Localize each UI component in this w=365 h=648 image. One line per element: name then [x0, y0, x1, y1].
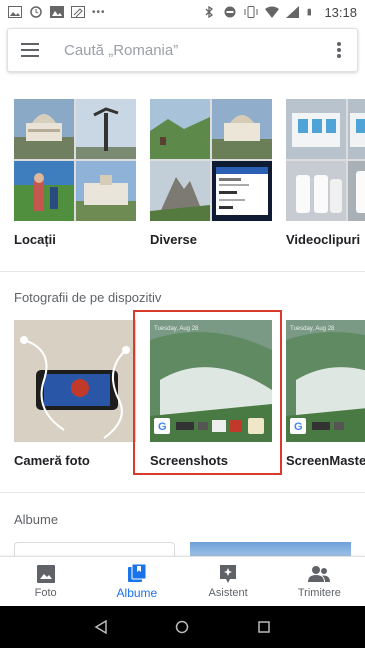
palace-photo	[76, 161, 136, 221]
router-box-2-photo	[348, 99, 365, 159]
album-thumbnail[interactable]	[190, 542, 351, 556]
things-album-label: Diverse	[150, 232, 197, 247]
videos-collage	[286, 99, 365, 221]
router-box-photo	[286, 99, 346, 159]
phone-earphones-photo	[14, 320, 136, 442]
alarm-clock-icon	[30, 6, 42, 18]
people-park-photo	[14, 161, 74, 221]
nav-albums-label: Albume	[116, 586, 158, 600]
nav-albums[interactable]: Albume	[91, 557, 182, 606]
nav-sharing[interactable]: Trimitere	[274, 557, 365, 606]
more-notifications-icon: •••	[92, 6, 106, 18]
dnd-icon	[224, 6, 236, 18]
signal-icon	[286, 6, 300, 18]
hamburger-menu-icon[interactable]	[8, 28, 52, 72]
more-options-icon[interactable]	[321, 28, 357, 72]
camera-folder-thumbnail	[14, 320, 136, 442]
search-bar[interactable]: Caută „Romania”	[7, 28, 358, 72]
edit-icon	[71, 6, 85, 18]
camera-folder-label: Cameră foto	[14, 453, 90, 468]
nav-photos-label: Foto	[34, 587, 57, 599]
device-section-title: Fotografii de pe dispozitiv	[14, 290, 162, 305]
screenshots-highlight-box	[133, 310, 282, 475]
search-input[interactable]: Caută „Romania”	[52, 42, 321, 59]
battery-icon	[308, 8, 312, 16]
sharing-icon	[308, 566, 331, 582]
nav-photos[interactable]: Foto	[0, 557, 91, 606]
photo-icon	[36, 565, 55, 583]
nav-assistant[interactable]: Asistent	[183, 557, 274, 606]
albums-section-title: Albume	[14, 512, 59, 527]
videos-album-label: Videoclipuri	[286, 232, 361, 247]
router-unit-photo	[348, 161, 365, 221]
recents-icon[interactable]	[257, 620, 271, 634]
status-time: 13:18	[324, 4, 357, 20]
booking-screenshot-photo	[212, 161, 272, 221]
gallery-icon	[50, 6, 64, 18]
section-divider	[0, 271, 365, 272]
svg-text:G: G	[294, 421, 303, 433]
assistant-icon	[220, 565, 237, 583]
section-divider	[0, 492, 365, 493]
mountain-photo	[150, 161, 210, 221]
places-album-label: Locații	[14, 232, 56, 247]
status-bar: ••• 13:18	[0, 0, 365, 24]
system-navigation-bar	[0, 606, 365, 648]
albums-icon	[127, 563, 147, 582]
bluetooth-icon	[205, 6, 214, 18]
athenaeum-photo	[14, 99, 74, 159]
home-icon[interactable]	[175, 620, 189, 634]
nav-sharing-label: Trimitere	[297, 587, 341, 599]
landscape-photo	[150, 99, 210, 159]
image-icon	[8, 6, 22, 18]
nav-assistant-label: Asistent	[208, 587, 248, 599]
places-collage	[14, 99, 136, 221]
svg-text:Tuesday, Aug 28: Tuesday, Aug 28	[290, 326, 335, 332]
google-photos-screen: ••• 13:18 Caută „Romania” Locații Divers…	[0, 0, 365, 648]
create-album-card[interactable]	[14, 542, 175, 556]
statue-photo	[76, 99, 136, 159]
wifi-icon	[265, 6, 280, 18]
screenmaster-photo: G Tuesday, Aug 28	[286, 320, 365, 442]
bottom-navigation: Foto Albume Asistent Trimitere	[0, 556, 365, 606]
screenmaster-folder-label: ScreenMaster	[286, 453, 365, 468]
vibrate-icon	[244, 6, 258, 18]
building-photo	[212, 99, 272, 159]
screenmaster-folder-thumbnail: G Tuesday, Aug 28	[286, 320, 365, 442]
things-collage	[150, 99, 272, 221]
back-icon[interactable]	[94, 620, 108, 634]
explore-albums-row: Locații Diverse Videoclipuri	[0, 99, 365, 259]
router-units-photo	[286, 161, 346, 221]
